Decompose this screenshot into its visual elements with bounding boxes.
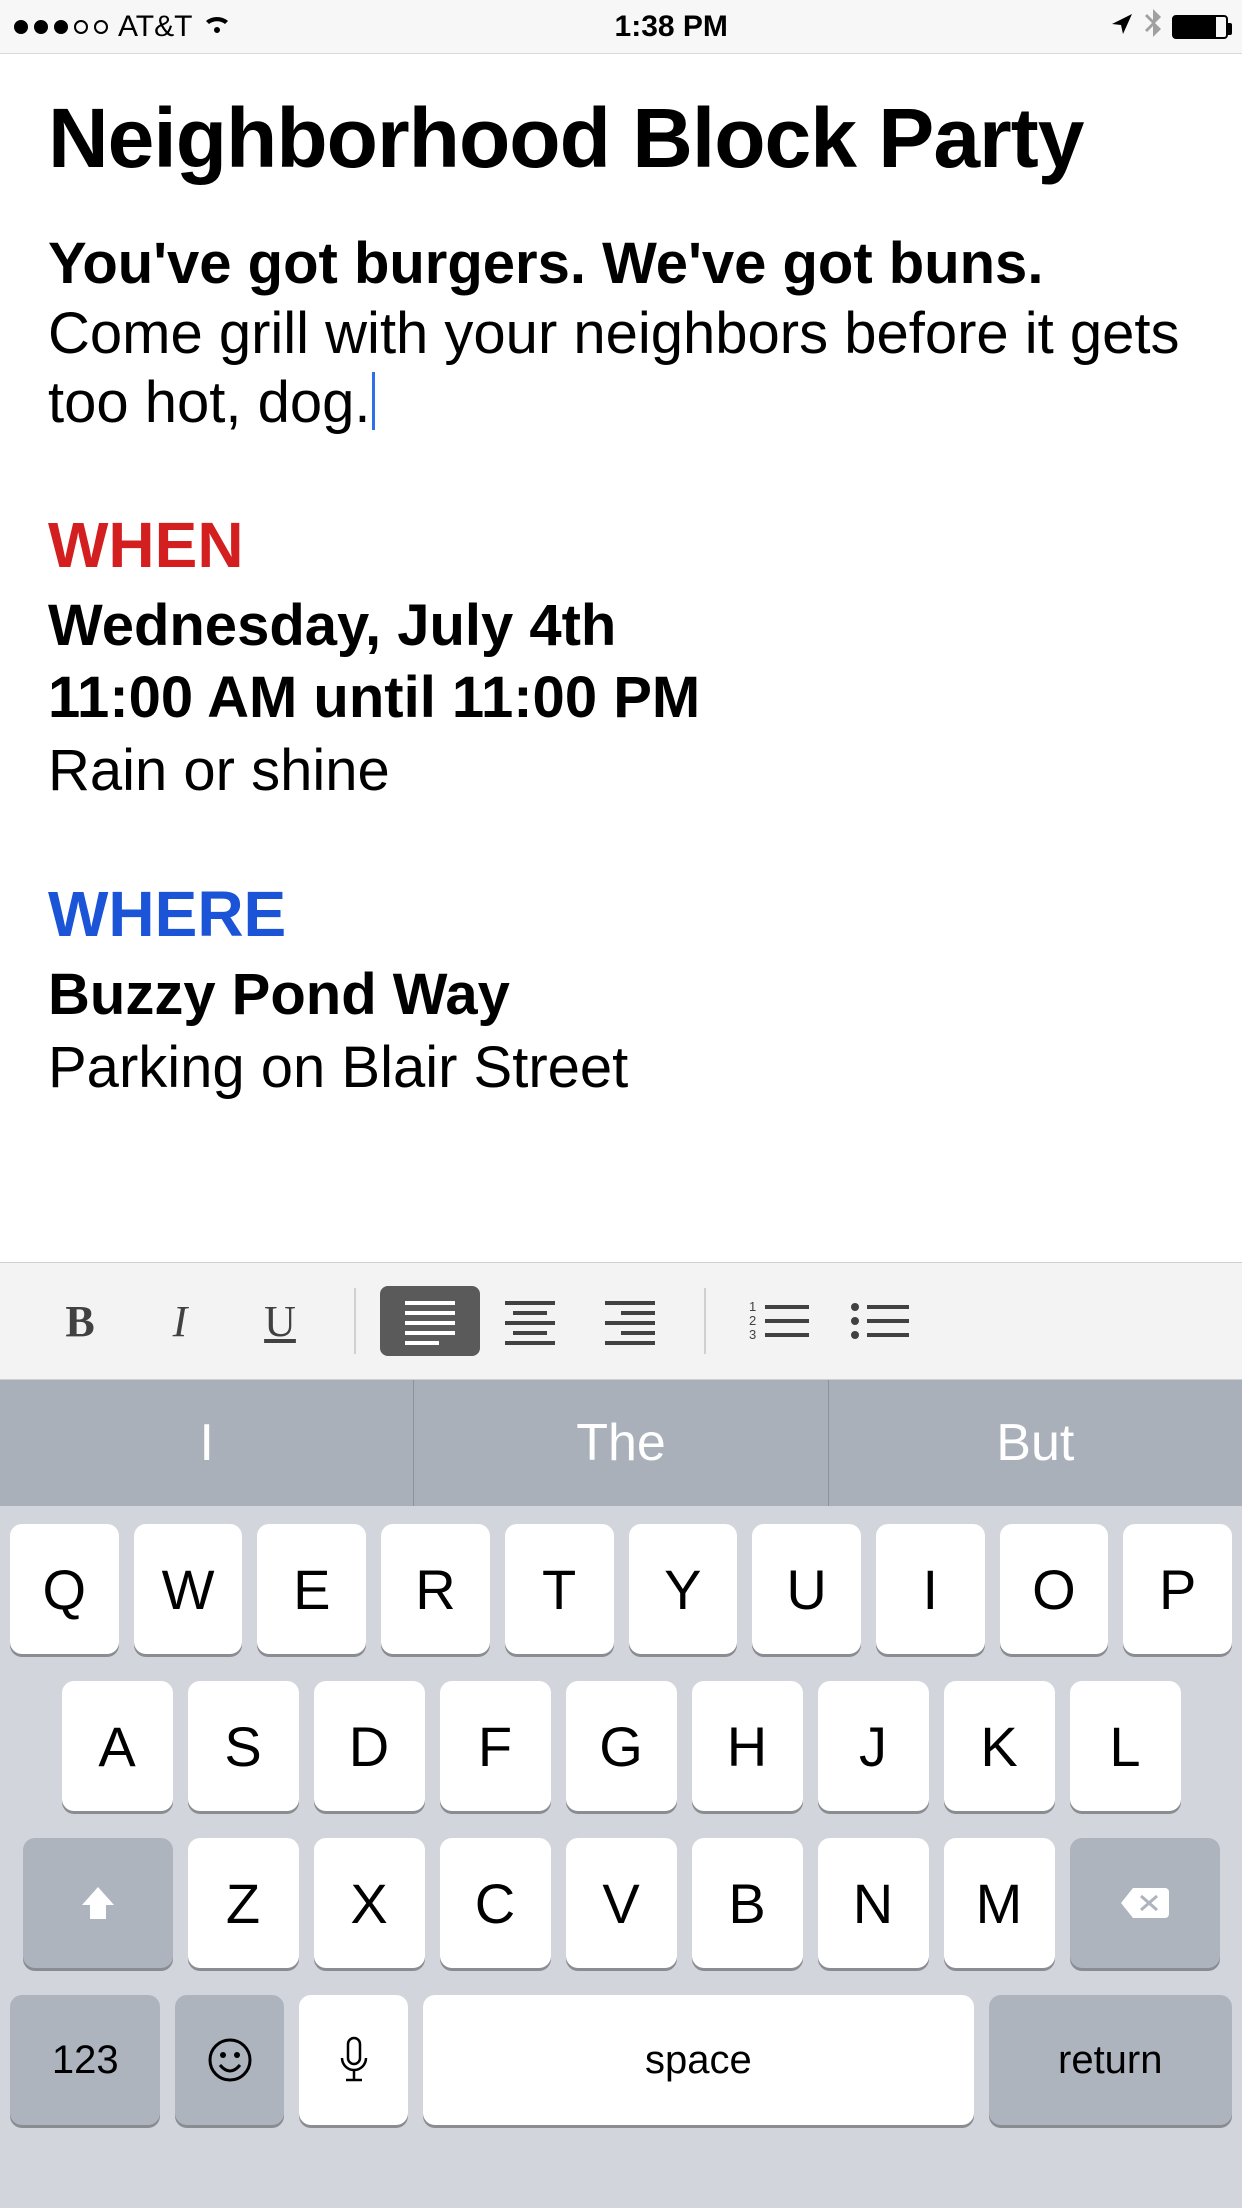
bulleted-list-button[interactable] <box>830 1286 930 1356</box>
key-i[interactable]: I <box>876 1524 985 1654</box>
return-key[interactable]: return <box>989 1995 1232 2125</box>
key-p[interactable]: P <box>1123 1524 1232 1654</box>
status-left: AT&T <box>14 10 232 44</box>
key-h[interactable]: H <box>692 1681 803 1811</box>
keyboard-row-3: Z X C V B N M <box>10 1838 1232 1968</box>
key-s[interactable]: S <box>188 1681 299 1811</box>
when-time[interactable]: 11:00 AM until 11:00 PM <box>48 662 1194 735</box>
battery-icon <box>1172 15 1228 39</box>
key-e[interactable]: E <box>257 1524 366 1654</box>
keyboard: Q W E R T Y U I O P A S D F G H J K L Z … <box>0 1506 1242 2208</box>
key-j[interactable]: J <box>818 1681 929 1811</box>
status-bar: AT&T 1:38 PM <box>0 0 1242 54</box>
align-center-button[interactable] <box>480 1286 580 1356</box>
underline-button[interactable]: U <box>230 1286 330 1356</box>
clock-label: 1:38 PM <box>615 10 728 44</box>
keyboard-row-1: Q W E R T Y U I O P <box>10 1524 1232 1654</box>
space-key[interactable]: space <box>423 1995 973 2125</box>
bold-button[interactable]: B <box>30 1286 130 1356</box>
svg-text:1: 1 <box>749 1299 756 1314</box>
key-b[interactable]: B <box>692 1838 803 1968</box>
key-m[interactable]: M <box>944 1838 1055 1968</box>
key-y[interactable]: Y <box>629 1524 738 1654</box>
align-left-button[interactable] <box>380 1286 480 1356</box>
key-r[interactable]: R <box>381 1524 490 1654</box>
italic-button[interactable]: I <box>130 1286 230 1356</box>
wifi-icon <box>202 10 232 44</box>
key-t[interactable]: T <box>505 1524 614 1654</box>
shift-key[interactable] <box>23 1838 173 1968</box>
where-line2[interactable]: Parking on Blair Street <box>48 1032 1194 1105</box>
key-z[interactable]: Z <box>188 1838 299 1968</box>
carrier-label: AT&T <box>118 10 192 44</box>
key-l[interactable]: L <box>1070 1681 1181 1811</box>
key-u[interactable]: U <box>752 1524 861 1654</box>
document-editor[interactable]: Neighborhood Block Party You've got burg… <box>0 54 1242 1124</box>
intro-bold-text[interactable]: You've got burgers. We've got buns. <box>48 229 1194 299</box>
intro-text[interactable]: Come grill with your neighbors before it… <box>48 301 1180 436</box>
keyboard-row-2: A S D F G H J K L <box>10 1681 1232 1811</box>
align-right-button[interactable] <box>580 1286 680 1356</box>
numbered-list-button[interactable]: 123 <box>730 1286 830 1356</box>
key-d[interactable]: D <box>314 1681 425 1811</box>
key-w[interactable]: W <box>134 1524 243 1654</box>
document-title[interactable]: Neighborhood Block Party <box>48 90 1194 187</box>
key-f[interactable]: F <box>440 1681 551 1811</box>
numbers-key[interactable]: 123 <box>10 1995 160 2125</box>
predictive-suggestion-3[interactable]: But <box>829 1380 1242 1506</box>
svg-text:3: 3 <box>749 1327 756 1342</box>
location-icon <box>1110 10 1134 44</box>
when-note[interactable]: Rain or shine <box>48 735 1194 808</box>
key-k[interactable]: K <box>944 1681 1055 1811</box>
status-right <box>1110 9 1228 45</box>
key-n[interactable]: N <box>818 1838 929 1968</box>
predictive-suggestion-2[interactable]: The <box>414 1380 828 1506</box>
emoji-key[interactable] <box>175 1995 284 2125</box>
predictive-bar: I The But <box>0 1380 1242 1506</box>
backspace-key[interactable] <box>1070 1838 1220 1968</box>
formatting-toolbar: B I U 123 <box>0 1262 1242 1380</box>
where-line1[interactable]: Buzzy Pond Way <box>48 959 1194 1032</box>
svg-text:2: 2 <box>749 1313 756 1328</box>
predictive-suggestion-1[interactable]: I <box>0 1380 414 1506</box>
when-heading[interactable]: WHEN <box>48 508 1194 582</box>
key-o[interactable]: O <box>1000 1524 1109 1654</box>
toolbar-divider <box>704 1288 706 1354</box>
signal-dots-icon <box>14 20 108 34</box>
bluetooth-icon <box>1144 9 1162 45</box>
where-heading[interactable]: WHERE <box>48 877 1194 951</box>
key-a[interactable]: A <box>62 1681 173 1811</box>
key-g[interactable]: G <box>566 1681 677 1811</box>
keyboard-row-4: 123 space return <box>10 1995 1232 2125</box>
key-v[interactable]: V <box>566 1838 677 1968</box>
when-date[interactable]: Wednesday, July 4th <box>48 590 1194 663</box>
key-c[interactable]: C <box>440 1838 551 1968</box>
toolbar-divider <box>354 1288 356 1354</box>
text-cursor <box>372 372 375 430</box>
key-q[interactable]: Q <box>10 1524 119 1654</box>
dictation-key[interactable] <box>299 1995 408 2125</box>
key-x[interactable]: X <box>314 1838 425 1968</box>
